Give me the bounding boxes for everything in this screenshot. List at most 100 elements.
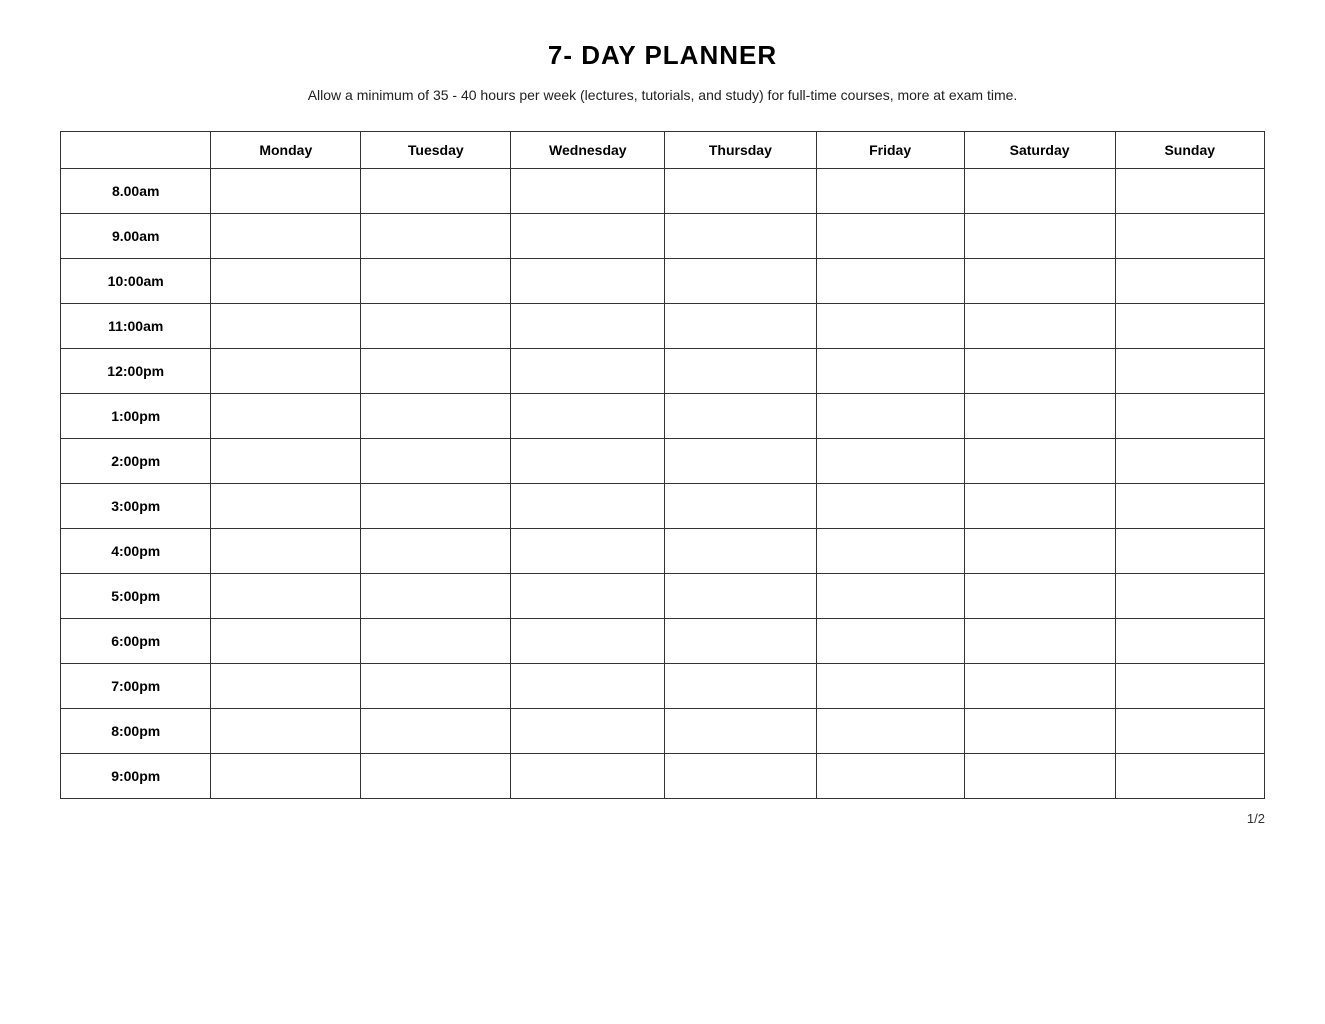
schedule-cell[interactable] xyxy=(361,529,511,574)
tuesday-header: Tuesday xyxy=(361,132,511,169)
schedule-cell[interactable] xyxy=(361,304,511,349)
schedule-cell[interactable] xyxy=(211,439,361,484)
schedule-cell[interactable] xyxy=(1115,574,1264,619)
schedule-cell[interactable] xyxy=(211,214,361,259)
schedule-cell[interactable] xyxy=(511,529,665,574)
schedule-cell[interactable] xyxy=(511,439,665,484)
schedule-cell[interactable] xyxy=(964,664,1115,709)
schedule-cell[interactable] xyxy=(665,394,816,439)
schedule-cell[interactable] xyxy=(665,574,816,619)
schedule-cell[interactable] xyxy=(816,529,964,574)
schedule-cell[interactable] xyxy=(1115,259,1264,304)
schedule-cell[interactable] xyxy=(361,709,511,754)
schedule-cell[interactable] xyxy=(1115,664,1264,709)
schedule-cell[interactable] xyxy=(665,709,816,754)
schedule-cell[interactable] xyxy=(361,394,511,439)
schedule-cell[interactable] xyxy=(1115,169,1264,214)
schedule-cell[interactable] xyxy=(361,574,511,619)
schedule-cell[interactable] xyxy=(211,304,361,349)
schedule-cell[interactable] xyxy=(816,304,964,349)
schedule-cell[interactable] xyxy=(816,259,964,304)
schedule-cell[interactable] xyxy=(816,214,964,259)
schedule-cell[interactable] xyxy=(964,304,1115,349)
schedule-cell[interactable] xyxy=(816,619,964,664)
schedule-cell[interactable] xyxy=(511,169,665,214)
schedule-cell[interactable] xyxy=(964,619,1115,664)
schedule-cell[interactable] xyxy=(361,214,511,259)
schedule-cell[interactable] xyxy=(361,169,511,214)
schedule-cell[interactable] xyxy=(665,439,816,484)
schedule-cell[interactable] xyxy=(361,484,511,529)
schedule-cell[interactable] xyxy=(361,349,511,394)
schedule-cell[interactable] xyxy=(1115,349,1264,394)
schedule-cell[interactable] xyxy=(1115,439,1264,484)
schedule-cell[interactable] xyxy=(964,574,1115,619)
schedule-cell[interactable] xyxy=(816,439,964,484)
schedule-cell[interactable] xyxy=(211,484,361,529)
schedule-cell[interactable] xyxy=(964,484,1115,529)
schedule-cell[interactable] xyxy=(665,664,816,709)
schedule-cell[interactable] xyxy=(511,259,665,304)
schedule-cell[interactable] xyxy=(361,754,511,799)
schedule-cell[interactable] xyxy=(511,754,665,799)
schedule-cell[interactable] xyxy=(361,439,511,484)
schedule-cell[interactable] xyxy=(1115,214,1264,259)
schedule-cell[interactable] xyxy=(361,259,511,304)
schedule-cell[interactable] xyxy=(511,394,665,439)
schedule-cell[interactable] xyxy=(665,754,816,799)
schedule-cell[interactable] xyxy=(964,214,1115,259)
schedule-cell[interactable] xyxy=(1115,304,1264,349)
schedule-cell[interactable] xyxy=(511,349,665,394)
schedule-cell[interactable] xyxy=(1115,709,1264,754)
schedule-cell[interactable] xyxy=(665,484,816,529)
schedule-cell[interactable] xyxy=(964,394,1115,439)
schedule-cell[interactable] xyxy=(665,304,816,349)
schedule-cell[interactable] xyxy=(511,664,665,709)
schedule-cell[interactable] xyxy=(211,259,361,304)
schedule-cell[interactable] xyxy=(1115,484,1264,529)
schedule-cell[interactable] xyxy=(211,169,361,214)
schedule-cell[interactable] xyxy=(964,709,1115,754)
schedule-cell[interactable] xyxy=(816,754,964,799)
schedule-cell[interactable] xyxy=(211,529,361,574)
schedule-cell[interactable] xyxy=(964,349,1115,394)
schedule-cell[interactable] xyxy=(1115,394,1264,439)
schedule-cell[interactable] xyxy=(964,754,1115,799)
page-subtitle: Allow a minimum of 35 - 40 hours per wee… xyxy=(60,87,1265,103)
schedule-cell[interactable] xyxy=(211,709,361,754)
schedule-cell[interactable] xyxy=(211,754,361,799)
schedule-cell[interactable] xyxy=(211,574,361,619)
schedule-cell[interactable] xyxy=(211,664,361,709)
schedule-cell[interactable] xyxy=(1115,619,1264,664)
schedule-cell[interactable] xyxy=(665,169,816,214)
schedule-cell[interactable] xyxy=(361,619,511,664)
schedule-cell[interactable] xyxy=(511,304,665,349)
schedule-cell[interactable] xyxy=(511,214,665,259)
schedule-cell[interactable] xyxy=(816,574,964,619)
schedule-cell[interactable] xyxy=(665,619,816,664)
schedule-cell[interactable] xyxy=(964,529,1115,574)
schedule-cell[interactable] xyxy=(964,259,1115,304)
schedule-cell[interactable] xyxy=(1115,529,1264,574)
schedule-cell[interactable] xyxy=(1115,754,1264,799)
schedule-cell[interactable] xyxy=(211,349,361,394)
schedule-cell[interactable] xyxy=(816,394,964,439)
schedule-cell[interactable] xyxy=(511,574,665,619)
schedule-cell[interactable] xyxy=(816,169,964,214)
schedule-cell[interactable] xyxy=(511,619,665,664)
schedule-cell[interactable] xyxy=(816,484,964,529)
schedule-cell[interactable] xyxy=(211,619,361,664)
schedule-cell[interactable] xyxy=(816,349,964,394)
schedule-cell[interactable] xyxy=(964,169,1115,214)
schedule-cell[interactable] xyxy=(665,529,816,574)
schedule-cell[interactable] xyxy=(816,709,964,754)
schedule-cell[interactable] xyxy=(361,664,511,709)
schedule-cell[interactable] xyxy=(665,214,816,259)
schedule-cell[interactable] xyxy=(964,439,1115,484)
schedule-cell[interactable] xyxy=(816,664,964,709)
schedule-cell[interactable] xyxy=(665,349,816,394)
schedule-cell[interactable] xyxy=(511,484,665,529)
schedule-cell[interactable] xyxy=(665,259,816,304)
schedule-cell[interactable] xyxy=(211,394,361,439)
schedule-cell[interactable] xyxy=(511,709,665,754)
